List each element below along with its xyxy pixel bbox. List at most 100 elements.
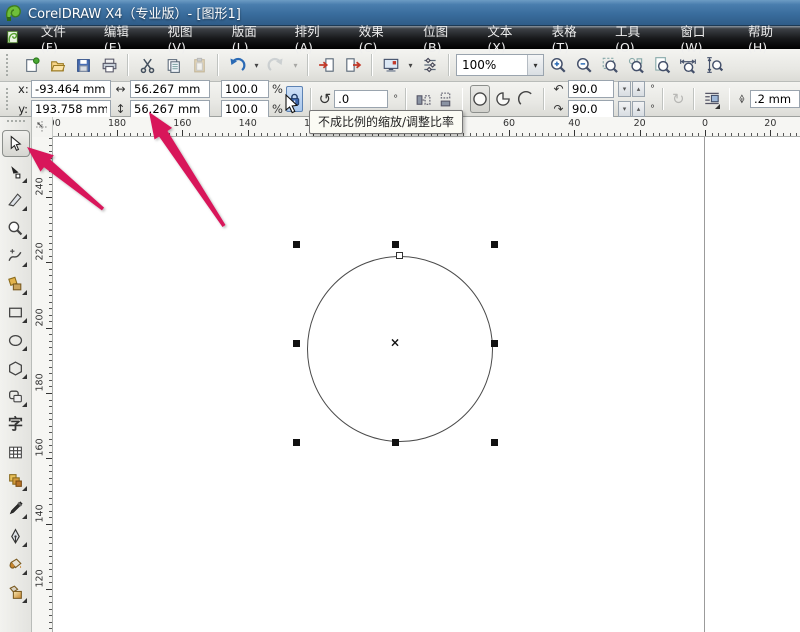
ruler-tick — [91, 133, 92, 136]
ellipse-mode-button[interactable] — [470, 85, 490, 113]
ruler-tick — [49, 504, 52, 505]
welcome-screen-button[interactable] — [418, 53, 442, 77]
selection-handle[interactable] — [392, 241, 399, 248]
ruler-tick — [306, 133, 307, 136]
zoom-to-all-objects-button[interactable] — [624, 53, 648, 77]
print-button[interactable] — [97, 53, 121, 77]
selection-handle[interactable] — [491, 340, 498, 347]
menu-item[interactable]: 文件(F) — [28, 18, 91, 58]
smart-fill-tool[interactable] — [3, 272, 29, 297]
menu-item[interactable]: 编辑(E) — [91, 18, 155, 58]
wrap-paragraph-text-button[interactable] — [702, 87, 722, 111]
circle-node[interactable] — [396, 252, 403, 259]
basic-shapes-tool[interactable] — [3, 384, 29, 409]
scale-v-field[interactable] — [221, 100, 269, 118]
menu-item[interactable]: 文本(X) — [474, 18, 538, 58]
zoom-to-page-button[interactable] — [650, 53, 674, 77]
application-launcher-button[interactable] — [379, 53, 403, 77]
scale-h-field[interactable] — [221, 80, 269, 98]
pie-mode-button[interactable] — [493, 87, 513, 111]
eyedropper-tool[interactable] — [3, 496, 29, 521]
lock-ratio-button[interactable] — [286, 86, 303, 112]
launcher-dropdown[interactable]: ▾ — [405, 53, 416, 77]
new-document-button[interactable] — [19, 53, 43, 77]
object-width-field[interactable] — [130, 80, 210, 98]
menu-item[interactable]: 位图(B) — [410, 18, 474, 58]
mirror-horizontal-button[interactable] — [414, 87, 433, 111]
drawing-canvas[interactable]: × — [53, 137, 800, 632]
menu-item[interactable]: 版面(L) — [219, 18, 282, 58]
zoom-level-combo[interactable]: ▾ — [456, 54, 544, 76]
blend-tool[interactable] — [3, 468, 29, 493]
undo-dropdown[interactable]: ▾ — [251, 53, 262, 77]
rotation-angle-field[interactable] — [334, 90, 388, 108]
redo-button[interactable] — [264, 53, 288, 77]
save-button[interactable] — [71, 53, 95, 77]
arc-direction-button[interactable]: ↻ — [671, 87, 686, 111]
shape-tool[interactable] — [3, 160, 29, 185]
freehand-tool[interactable] — [3, 244, 29, 269]
selection-handle[interactable] — [293, 241, 300, 248]
zoom-in-button[interactable] — [546, 53, 570, 77]
rectangle-icon — [7, 304, 24, 321]
cut-button[interactable] — [135, 53, 159, 77]
paste-button[interactable] — [187, 53, 211, 77]
polygon-tool[interactable] — [3, 356, 29, 381]
selection-handle[interactable] — [293, 340, 300, 347]
menu-item[interactable]: 帮助(H) — [735, 18, 800, 58]
zoom-out-button[interactable] — [572, 53, 596, 77]
undo-button[interactable] — [225, 53, 249, 77]
text-tool[interactable]: 字 — [3, 412, 29, 437]
menu-item[interactable]: 窗口(W) — [667, 18, 735, 58]
selection-handle[interactable] — [491, 241, 498, 248]
redo-dropdown[interactable]: ▾ — [290, 53, 301, 77]
arc-mode-button[interactable] — [516, 87, 536, 111]
pick-tool[interactable] — [2, 130, 30, 157]
selected-circle-object[interactable] — [307, 256, 493, 442]
start-angle-spin-up[interactable]: ▴ — [632, 81, 645, 97]
fill-tool[interactable] — [3, 552, 29, 577]
zoom-to-page-height-button[interactable] — [702, 53, 726, 77]
interactive-fill-tool[interactable] — [3, 580, 29, 605]
start-angle-spin-down[interactable]: ▾ — [618, 81, 631, 97]
menu-item[interactable]: 表格(T) — [539, 18, 602, 58]
zoom-tool[interactable] — [3, 216, 29, 241]
zoom-combo-dropdown[interactable]: ▾ — [527, 55, 543, 75]
selection-handle[interactable] — [392, 439, 399, 446]
menu-item[interactable]: 工具(O) — [602, 18, 667, 58]
ellipse-tool[interactable] — [3, 328, 29, 353]
copy-button[interactable] — [161, 53, 185, 77]
mirror-vertical-button[interactable] — [436, 87, 455, 111]
ruler-tick — [49, 419, 52, 420]
ruler-origin-button[interactable] — [32, 117, 53, 138]
outline-pen-tool[interactable] — [3, 524, 29, 549]
zoom-level-input[interactable] — [457, 58, 527, 72]
ruler-tick — [509, 130, 510, 136]
ruler-tick — [653, 133, 654, 136]
toolbox-grip[interactable] — [7, 120, 25, 126]
zoom-to-selection-button[interactable] — [598, 53, 622, 77]
property-bar-grip[interactable] — [6, 88, 11, 110]
x-position-field[interactable] — [31, 80, 111, 98]
outline-width-field[interactable] — [750, 90, 800, 108]
y-position-field[interactable] — [31, 100, 111, 118]
crop-tool[interactable] — [3, 188, 29, 213]
end-angle-field[interactable] — [568, 100, 614, 118]
menu-item[interactable]: 视图(V) — [155, 18, 219, 58]
export-button[interactable] — [341, 53, 365, 77]
end-angle-spin-up[interactable]: ▴ — [632, 101, 645, 117]
start-angle-field[interactable] — [568, 80, 614, 98]
table-tool[interactable] — [3, 440, 29, 465]
import-button[interactable] — [315, 53, 339, 77]
object-height-field[interactable] — [130, 100, 210, 118]
menu-item[interactable]: 效果(C) — [346, 18, 410, 58]
end-angle-spin-down[interactable]: ▾ — [618, 101, 631, 117]
selection-handle[interactable] — [293, 439, 300, 446]
menu-item[interactable]: 排列(A) — [282, 18, 346, 58]
open-button[interactable] — [45, 53, 69, 77]
rectangle-tool[interactable] — [3, 300, 29, 325]
selection-handle[interactable] — [491, 439, 498, 446]
zoom-to-page-width-button[interactable] — [676, 53, 700, 77]
ruler-tick — [555, 133, 556, 136]
toolbar-grip[interactable] — [6, 54, 13, 76]
